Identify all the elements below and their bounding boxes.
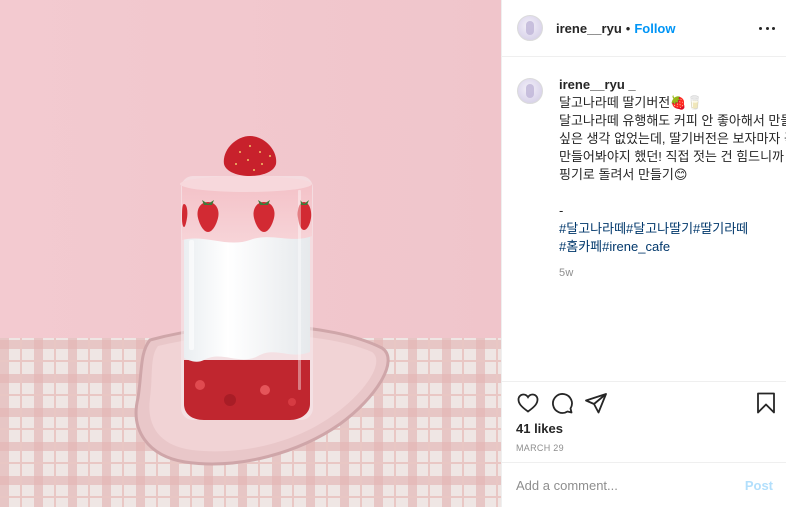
caption-line: 싶은 생각 없었는데, 딸기버전은 보자마자 꼭	[559, 131, 786, 146]
caption-time: 5w	[559, 267, 574, 279]
follow-button[interactable]: Follow	[634, 21, 675, 36]
hashtag-link[interactable]: #홈카페#irene_cafe	[559, 238, 784, 256]
header-separator: •	[625, 20, 631, 36]
header-username[interactable]: irene__ryu	[556, 21, 622, 36]
post-actions: 41 likes MARCH 29 Post	[502, 381, 786, 507]
comment-icon[interactable]	[550, 391, 574, 415]
like-count[interactable]: 41 likes	[516, 421, 563, 436]
action-icons	[516, 391, 776, 417]
post-detail-panel: irene__ryu • Follow irene__ryu _ 달고나라떼 딸…	[501, 0, 786, 507]
comment-input[interactable]	[516, 478, 745, 493]
caption-line: 만들어봐야지 했던! 직접 젓는 건 힘드니까 휘	[559, 149, 786, 164]
post-comment-button[interactable]: Post	[745, 478, 773, 493]
caption-username[interactable]: irene__ryu _	[559, 76, 784, 94]
caption-line: 핑기로 돌려서 만들기😊	[559, 167, 688, 182]
caption-line: 달고나라떼 유행해도 커피 안 좋아해서 만들고	[559, 113, 786, 128]
avatar[interactable]	[517, 15, 543, 41]
caption-avatar[interactable]	[517, 78, 543, 104]
caption-line: 달고나라떼 딸기버전🍓🥛	[559, 95, 703, 110]
heart-icon[interactable]	[516, 391, 540, 415]
strawberry-milk-drink-image	[0, 0, 501, 507]
caption-body: irene__ryu _ 달고나라떼 딸기버전🍓🥛 달고나라떼 유행해도 커피 …	[559, 76, 786, 282]
bookmark-icon[interactable]	[754, 391, 778, 415]
caption: irene__ryu _ 달고나라떼 딸기버전🍓🥛 달고나라떼 유행해도 커피 …	[517, 76, 786, 282]
hashtags: #달고나라떼#달고나딸기#딸기라떼 #홈카페#irene_cafe	[559, 220, 784, 256]
post-photo[interactable]	[0, 0, 501, 507]
post-date: MARCH 29	[516, 443, 564, 453]
hashtag-link[interactable]: #달고나라떼#달고나딸기#딸기라떼	[559, 220, 784, 238]
share-icon[interactable]	[584, 391, 608, 415]
caption-separator: -	[559, 203, 564, 218]
comment-box: Post	[502, 462, 786, 507]
post-header: irene__ryu • Follow	[502, 0, 786, 57]
more-horizontal-icon[interactable]	[759, 20, 775, 36]
